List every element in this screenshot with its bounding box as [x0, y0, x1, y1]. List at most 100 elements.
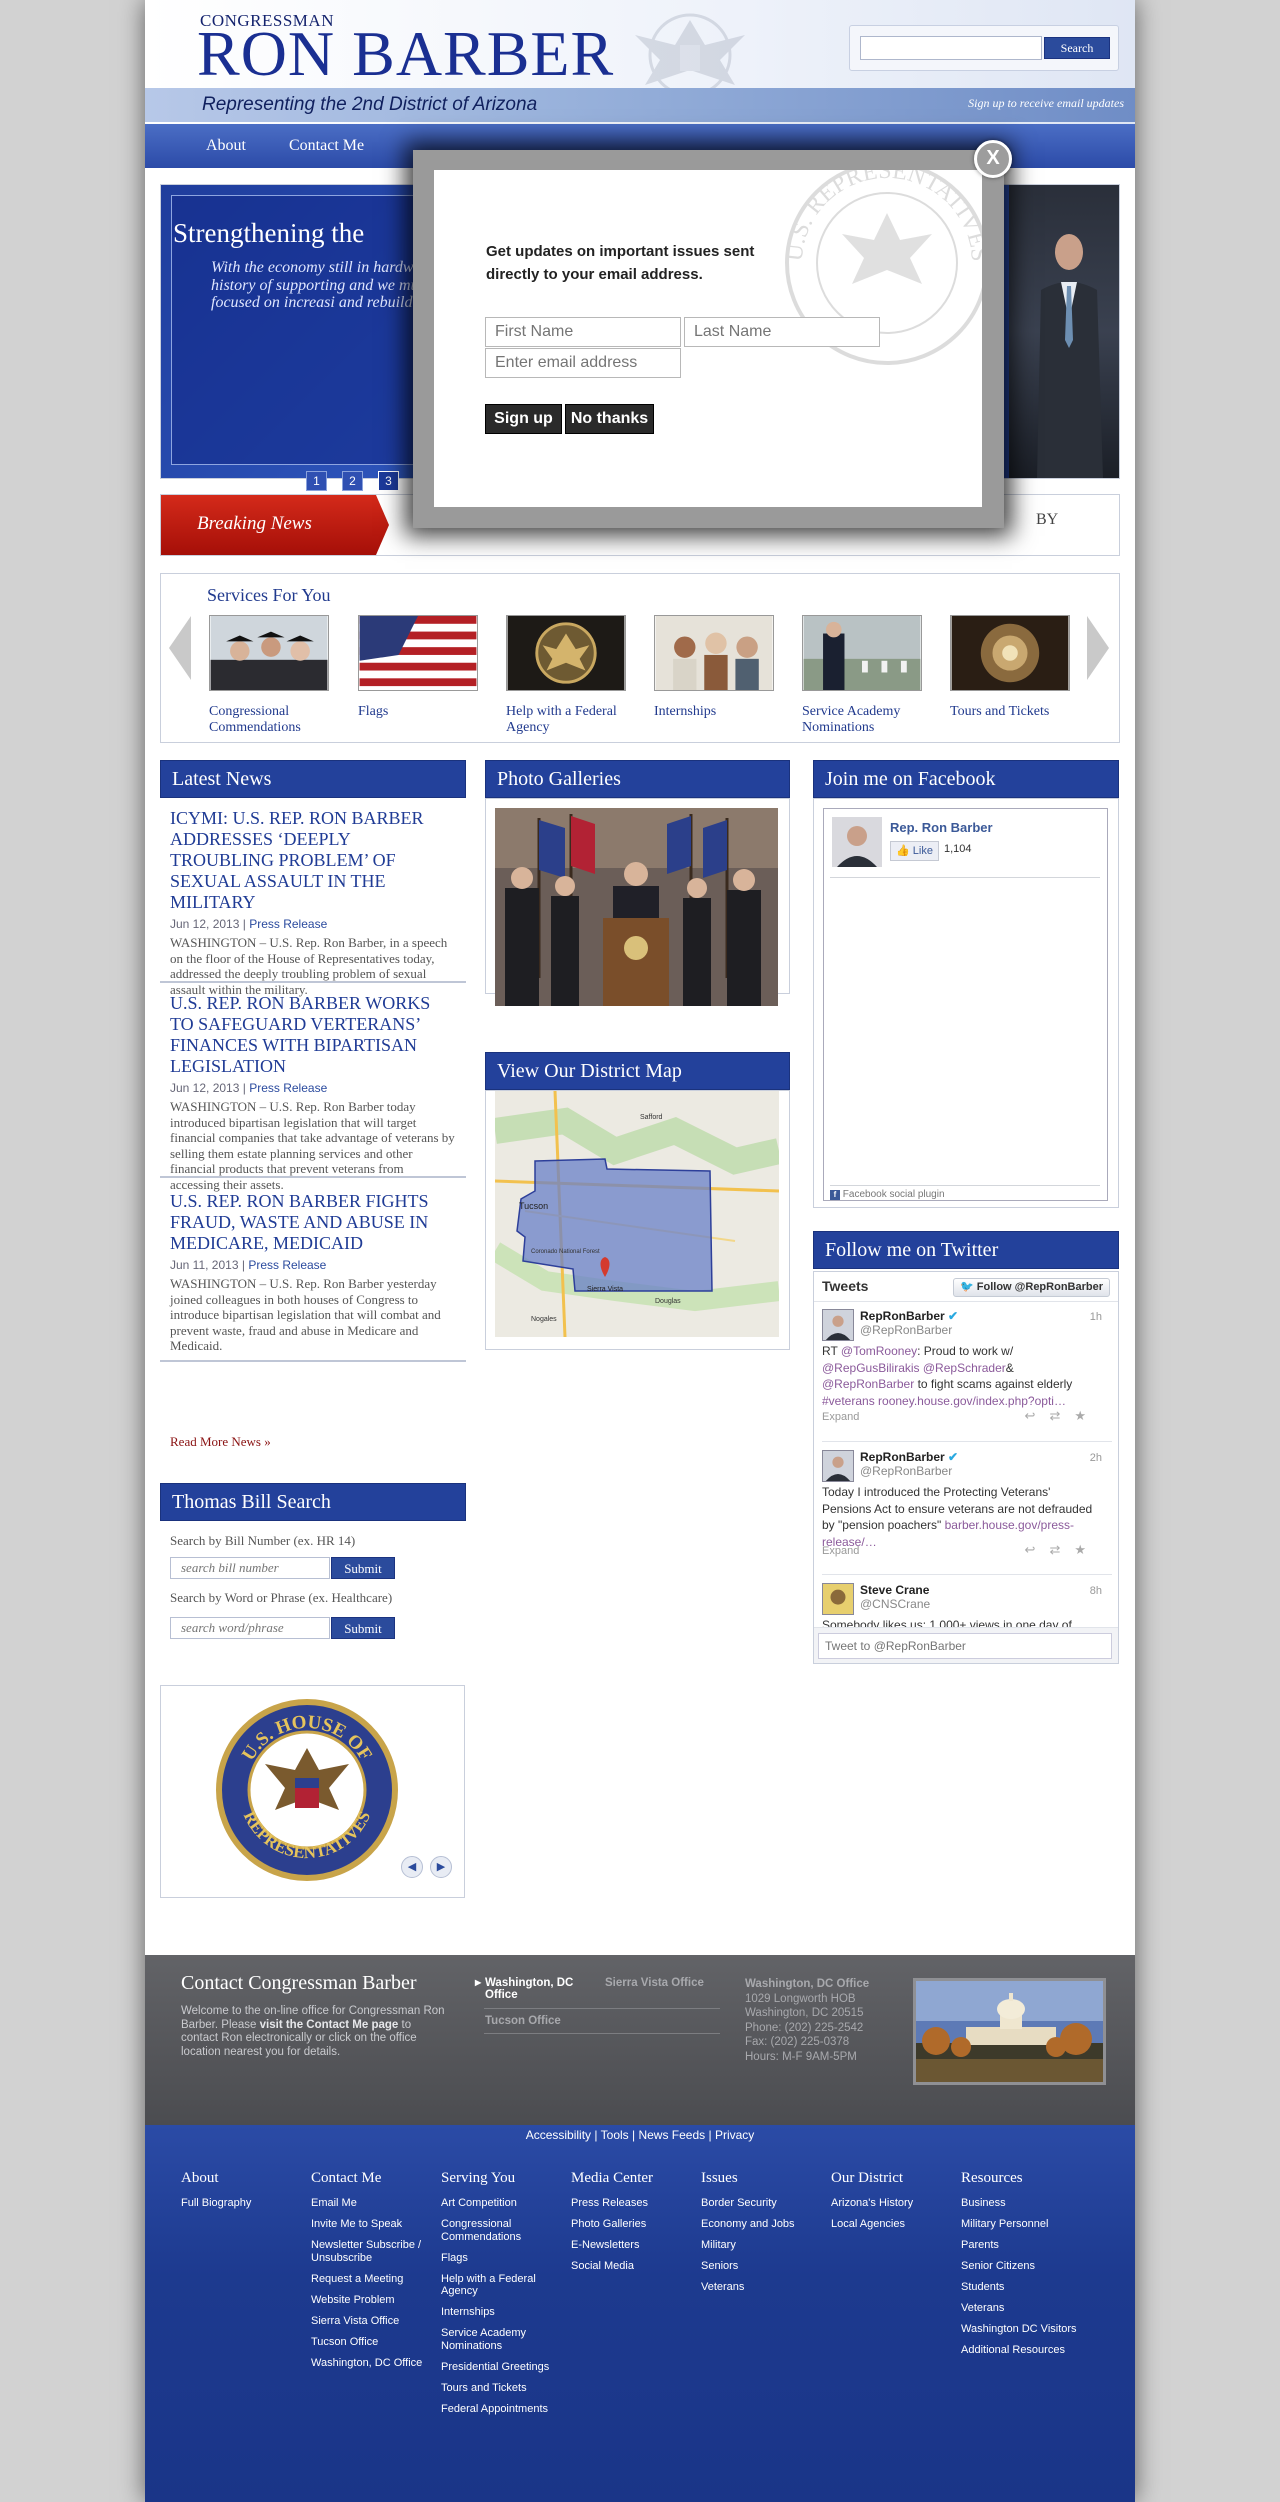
news-category-link[interactable]: Press Release [249, 1081, 327, 1095]
tweet-time[interactable]: 8h [1090, 1585, 1102, 1597]
footer-link[interactable]: E-Newsletters [571, 2239, 696, 2252]
footer-link[interactable]: Tours and Tickets [441, 2382, 566, 2395]
footer-link[interactable]: Website Problem [311, 2294, 436, 2307]
tweet-author[interactable]: RepRonBarber ✔ [860, 1450, 958, 1464]
footer-link[interactable]: Veterans [961, 2302, 1086, 2315]
footer-link[interactable]: Internships [441, 2306, 566, 2319]
signup-button[interactable]: Sign up [485, 404, 562, 434]
footer-link[interactable]: Seniors [701, 2260, 826, 2273]
reply-icon[interactable]: ↩ [1025, 1408, 1050, 1423]
search-input[interactable] [860, 36, 1042, 60]
press-conference-photo[interactable] [495, 808, 778, 1006]
office-tab-sierra-vista[interactable]: Sierra Vista Office [605, 1977, 704, 1989]
footer-link[interactable]: Additional Resources [961, 2344, 1086, 2357]
slider-dot[interactable]: 2 [342, 471, 363, 491]
no-thanks-button[interactable]: No thanks [565, 404, 654, 434]
footer-link[interactable]: Presidential Greetings [441, 2361, 566, 2374]
slider-dot-active[interactable]: 3 [378, 471, 399, 491]
service-item-internships[interactable]: Internships [654, 615, 776, 720]
footer-column-title[interactable]: Resources [961, 2170, 1086, 2187]
footer-column-title[interactable]: Contact Me [311, 2170, 436, 2187]
nav-contact-me[interactable]: Contact Me [289, 137, 364, 155]
tweet-expand-link[interactable]: Expand [822, 1411, 859, 1423]
district-map[interactable]: Safford Tucson Sierra Vista Douglas Noga… [495, 1091, 779, 1337]
footer-link[interactable]: Arizona's History [831, 2197, 956, 2210]
seal-prev-icon[interactable]: ◀ [401, 1856, 423, 1878]
bill-number-input[interactable] [170, 1557, 330, 1579]
twitter-follow-button[interactable]: 🐦 Follow @RepRonBarber [953, 1278, 1110, 1297]
footer-link[interactable]: Press Releases [571, 2197, 696, 2210]
tweet-compose-input[interactable] [818, 1633, 1112, 1659]
footer-column-title[interactable]: About [181, 2170, 306, 2187]
slider-dot[interactable]: 1 [306, 471, 327, 491]
news-title-link[interactable]: U.S. REP. RON BARBER WORKS TO SAFEGUARD … [170, 993, 456, 1077]
footer-link[interactable]: Washington DC Visitors [961, 2323, 1086, 2336]
bill-word-input[interactable] [170, 1617, 330, 1639]
footer-link[interactable]: Sierra Vista Office [311, 2315, 436, 2328]
footer-link[interactable]: Congressional Commendations [441, 2218, 566, 2243]
carousel-next-arrow-icon[interactable] [1087, 616, 1109, 680]
footer-link[interactable]: Service Academy Nominations [441, 2327, 566, 2352]
contact-me-page-link[interactable]: visit the Contact Me page [260, 2019, 399, 2031]
email-input[interactable] [485, 348, 681, 378]
bill-number-submit-button[interactable]: Submit [331, 1557, 395, 1579]
footer-link-privacy[interactable]: Privacy [715, 2128, 754, 2142]
read-more-news-link[interactable]: Read More News » [170, 1434, 271, 1450]
tweet-mention-link[interactable]: @RepRonBarber [822, 1377, 914, 1391]
footer-column-title[interactable]: Serving You [441, 2170, 566, 2187]
nav-about[interactable]: About [206, 137, 246, 155]
tweet-author[interactable]: RepRonBarber ✔ [860, 1309, 958, 1323]
retweet-icon[interactable]: ⇄ [1049, 1408, 1074, 1423]
footer-link[interactable]: Social Media [571, 2260, 696, 2273]
footer-link[interactable]: Local Agencies [831, 2218, 956, 2231]
tweet-time[interactable]: 1h [1090, 1311, 1102, 1323]
footer-link[interactable]: Full Biography [181, 2197, 306, 2210]
facebook-page-name-link[interactable]: Rep. Ron Barber [890, 820, 993, 835]
tweet-expand-link[interactable]: Expand [822, 1545, 859, 1557]
footer-link[interactable]: Request a Meeting [311, 2273, 436, 2286]
site-title[interactable]: RON BARBER [197, 22, 614, 86]
tweet-author-name[interactable]: Steve Crane [860, 1583, 929, 1597]
news-title-link[interactable]: ICYMI: U.S. REP. RON BARBER ADDRESSES ‘D… [170, 808, 456, 913]
favorite-icon[interactable]: ★ [1074, 1542, 1100, 1557]
tweet-hashtag-link[interactable]: #veterans rooney.house.gov/index.php?opt… [822, 1394, 1066, 1408]
tweet-avatar[interactable] [822, 1583, 854, 1615]
retweet-icon[interactable]: ⇄ [1049, 1542, 1074, 1557]
seal-next-icon[interactable]: ▶ [430, 1856, 452, 1878]
tweet-mention-link[interactable]: @RepGusBilirakis @RepSchrader [822, 1361, 1006, 1375]
office-tab-dc[interactable]: ▶ Washington, DC Office [475, 1977, 575, 2001]
footer-link[interactable]: Veterans [701, 2281, 826, 2294]
footer-column-title[interactable]: Media Center [571, 2170, 696, 2187]
service-item-federal-agency[interactable]: Help with a Federal Agency [506, 615, 628, 736]
footer-link[interactable]: Invite Me to Speak [311, 2218, 436, 2231]
email-signup-link[interactable]: Sign up to receive email updates [968, 96, 1124, 111]
carousel-prev-arrow-icon[interactable] [169, 616, 191, 680]
favorite-icon[interactable]: ★ [1074, 1408, 1100, 1423]
reply-icon[interactable]: ↩ [1025, 1542, 1050, 1557]
service-item-flags[interactable]: Flags [358, 615, 480, 720]
service-item-tours[interactable]: Tours and Tickets [950, 615, 1072, 720]
footer-link-news-feeds[interactable]: News Feeds [638, 2128, 705, 2142]
footer-column-title[interactable]: Issues [701, 2170, 826, 2187]
footer-link[interactable]: Art Competition [441, 2197, 566, 2210]
news-title-link[interactable]: U.S. REP. RON BARBER FIGHTS FRAUD, WASTE… [170, 1191, 456, 1254]
footer-link[interactable]: Economy and Jobs [701, 2218, 826, 2231]
news-category-link[interactable]: Press Release [249, 917, 327, 931]
search-button[interactable]: Search [1044, 37, 1110, 59]
footer-link[interactable]: Newsletter Subscribe / Unsubscribe [311, 2239, 436, 2264]
footer-column-title[interactable]: Our District [831, 2170, 956, 2187]
footer-link[interactable]: Border Security [701, 2197, 826, 2210]
bill-word-submit-button[interactable]: Submit [331, 1617, 395, 1639]
footer-link[interactable]: Help with a Federal Agency [441, 2273, 566, 2298]
service-item-academy[interactable]: Service Academy Nominations [802, 615, 924, 736]
facebook-avatar[interactable] [832, 817, 882, 867]
footer-link[interactable]: Email Me [311, 2197, 436, 2210]
office-tab-tucson[interactable]: Tucson Office [485, 2015, 561, 2027]
footer-link[interactable]: Senior Citizens [961, 2260, 1086, 2273]
footer-link[interactable]: Federal Appointments [441, 2403, 566, 2416]
tweet-avatar[interactable] [822, 1309, 854, 1341]
last-name-input[interactable] [684, 317, 880, 347]
first-name-input[interactable] [485, 317, 681, 347]
footer-link[interactable]: Military [701, 2239, 826, 2252]
facebook-like-button[interactable]: 👍 Like [890, 841, 939, 861]
